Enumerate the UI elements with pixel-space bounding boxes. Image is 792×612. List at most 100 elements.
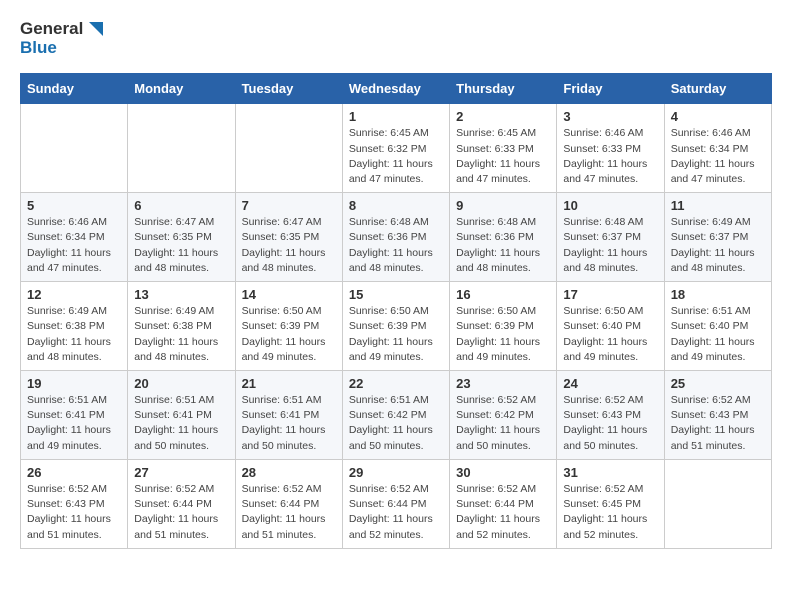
day-info: Sunrise: 6:50 AM Sunset: 6:39 PM Dayligh… — [349, 304, 443, 365]
calendar-cell: 24 Sunrise: 6:52 AM Sunset: 6:43 PM Dayli… — [557, 371, 664, 460]
calendar-week-row: 12 Sunrise: 6:49 AM Sunset: 6:38 PM Dayli… — [21, 282, 772, 371]
weekday-header-cell: Saturday — [664, 74, 771, 104]
day-number: 11 — [671, 198, 765, 213]
calendar-cell: 21 Sunrise: 6:51 AM Sunset: 6:41 PM Dayli… — [235, 371, 342, 460]
day-number: 19 — [27, 376, 121, 391]
day-number: 3 — [563, 109, 657, 124]
calendar-cell: 17 Sunrise: 6:50 AM Sunset: 6:40 PM Dayli… — [557, 282, 664, 371]
day-info: Sunrise: 6:52 AM Sunset: 6:43 PM Dayligh… — [563, 393, 657, 454]
header: General Blue — [20, 20, 772, 57]
day-number: 28 — [242, 465, 336, 480]
logo: General Blue — [20, 20, 103, 57]
day-info: Sunrise: 6:52 AM Sunset: 6:42 PM Dayligh… — [456, 393, 550, 454]
day-info: Sunrise: 6:50 AM Sunset: 6:40 PM Dayligh… — [563, 304, 657, 365]
day-number: 26 — [27, 465, 121, 480]
calendar-cell: 13Sunrise: 6:49 AM Sunset: 6:38 PM Dayli… — [128, 282, 235, 371]
day-info: Sunrise: 6:48 AM Sunset: 6:36 PM Dayligh… — [456, 215, 550, 276]
day-number: 12 — [27, 287, 121, 302]
weekday-header-cell: Sunday — [21, 74, 128, 104]
calendar-cell: 28 Sunrise: 6:52 AM Sunset: 6:44 PM Dayli… — [235, 459, 342, 548]
calendar-cell: 23 Sunrise: 6:52 AM Sunset: 6:42 PM Dayli… — [450, 371, 557, 460]
day-info: Sunrise: 6:51 AM Sunset: 6:41 PM Dayligh… — [134, 393, 228, 454]
calendar-cell: 8 Sunrise: 6:48 AM Sunset: 6:36 PM Daylig… — [342, 193, 449, 282]
logo-container: General Blue — [20, 20, 103, 57]
calendar-cell: 30 Sunrise: 6:52 AM Sunset: 6:44 PM Dayli… — [450, 459, 557, 548]
day-info: Sunrise: 6:50 AM Sunset: 6:39 PM Dayligh… — [242, 304, 336, 365]
calendar-cell: 22Sunrise: 6:51 AM Sunset: 6:42 PM Dayli… — [342, 371, 449, 460]
calendar-week-row: 19 Sunrise: 6:51 AM Sunset: 6:41 PM Dayli… — [21, 371, 772, 460]
day-number: 21 — [242, 376, 336, 391]
calendar-cell: 18 Sunrise: 6:51 AM Sunset: 6:40 PM Dayli… — [664, 282, 771, 371]
weekday-header-cell: Tuesday — [235, 74, 342, 104]
logo-triangle-icon — [85, 20, 103, 38]
day-info: Sunrise: 6:46 AM Sunset: 6:34 PM Dayligh… — [27, 215, 121, 276]
day-number: 14 — [242, 287, 336, 302]
calendar-cell: 26 Sunrise: 6:52 AM Sunset: 6:43 PM Dayli… — [21, 459, 128, 548]
day-number: 10 — [563, 198, 657, 213]
day-number: 30 — [456, 465, 550, 480]
day-info: Sunrise: 6:51 AM Sunset: 6:41 PM Dayligh… — [242, 393, 336, 454]
calendar-cell: 14 Sunrise: 6:50 AM Sunset: 6:39 PM Dayli… — [235, 282, 342, 371]
day-number: 29 — [349, 465, 443, 480]
day-info: Sunrise: 6:47 AM Sunset: 6:35 PM Dayligh… — [242, 215, 336, 276]
day-info: Sunrise: 6:52 AM Sunset: 6:43 PM Dayligh… — [671, 393, 765, 454]
day-number: 20 — [134, 376, 228, 391]
weekday-header-row: SundayMondayTuesdayWednesdayThursdayFrid… — [21, 74, 772, 104]
day-info: Sunrise: 6:52 AM Sunset: 6:44 PM Dayligh… — [456, 482, 550, 543]
day-info: Sunrise: 6:48 AM Sunset: 6:36 PM Dayligh… — [349, 215, 443, 276]
calendar-cell: 29Sunrise: 6:52 AM Sunset: 6:44 PM Dayli… — [342, 459, 449, 548]
calendar-cell: 3Sunrise: 6:46 AM Sunset: 6:33 PM Daylig… — [557, 104, 664, 193]
logo-blue-text: Blue — [20, 39, 103, 58]
day-number: 18 — [671, 287, 765, 302]
day-info: Sunrise: 6:49 AM Sunset: 6:38 PM Dayligh… — [27, 304, 121, 365]
calendar-cell: 16 Sunrise: 6:50 AM Sunset: 6:39 PM Dayli… — [450, 282, 557, 371]
day-info: Sunrise: 6:48 AM Sunset: 6:37 PM Dayligh… — [563, 215, 657, 276]
day-number: 15 — [349, 287, 443, 302]
weekday-header-cell: Friday — [557, 74, 664, 104]
calendar-cell: 4 Sunrise: 6:46 AM Sunset: 6:34 PM Daylig… — [664, 104, 771, 193]
calendar-cell: 10 Sunrise: 6:48 AM Sunset: 6:37 PM Dayli… — [557, 193, 664, 282]
day-info: Sunrise: 6:52 AM Sunset: 6:44 PM Dayligh… — [242, 482, 336, 543]
day-number: 9 — [456, 198, 550, 213]
calendar: SundayMondayTuesdayWednesdayThursdayFrid… — [20, 73, 772, 548]
day-number: 24 — [563, 376, 657, 391]
day-number: 8 — [349, 198, 443, 213]
day-info: Sunrise: 6:52 AM Sunset: 6:44 PM Dayligh… — [134, 482, 228, 543]
day-info: Sunrise: 6:46 AM Sunset: 6:34 PM Dayligh… — [671, 126, 765, 187]
day-number: 1 — [349, 109, 443, 124]
calendar-week-row: 1 Sunrise: 6:45 AM Sunset: 6:32 PM Daylig… — [21, 104, 772, 193]
calendar-cell: 6 Sunrise: 6:47 AM Sunset: 6:35 PM Daylig… — [128, 193, 235, 282]
calendar-cell: 19 Sunrise: 6:51 AM Sunset: 6:41 PM Dayli… — [21, 371, 128, 460]
day-info: Sunrise: 6:51 AM Sunset: 6:40 PM Dayligh… — [671, 304, 765, 365]
day-number: 31 — [563, 465, 657, 480]
day-info: Sunrise: 6:45 AM Sunset: 6:33 PM Dayligh… — [456, 126, 550, 187]
day-info: Sunrise: 6:49 AM Sunset: 6:37 PM Dayligh… — [671, 215, 765, 276]
calendar-cell: 31 Sunrise: 6:52 AM Sunset: 6:45 PM Dayli… — [557, 459, 664, 548]
calendar-cell: 2Sunrise: 6:45 AM Sunset: 6:33 PM Daylig… — [450, 104, 557, 193]
calendar-week-row: 26 Sunrise: 6:52 AM Sunset: 6:43 PM Dayli… — [21, 459, 772, 548]
day-info: Sunrise: 6:52 AM Sunset: 6:45 PM Dayligh… — [563, 482, 657, 543]
day-info: Sunrise: 6:52 AM Sunset: 6:43 PM Dayligh… — [27, 482, 121, 543]
day-number: 17 — [563, 287, 657, 302]
day-number: 5 — [27, 198, 121, 213]
day-number: 23 — [456, 376, 550, 391]
day-number: 13 — [134, 287, 228, 302]
calendar-body: 1 Sunrise: 6:45 AM Sunset: 6:32 PM Daylig… — [21, 104, 772, 548]
day-number: 16 — [456, 287, 550, 302]
day-number: 4 — [671, 109, 765, 124]
calendar-cell — [21, 104, 128, 193]
day-number: 7 — [242, 198, 336, 213]
day-info: Sunrise: 6:51 AM Sunset: 6:41 PM Dayligh… — [27, 393, 121, 454]
day-number: 22 — [349, 376, 443, 391]
calendar-cell: 27Sunrise: 6:52 AM Sunset: 6:44 PM Dayli… — [128, 459, 235, 548]
day-number: 25 — [671, 376, 765, 391]
day-info: Sunrise: 6:50 AM Sunset: 6:39 PM Dayligh… — [456, 304, 550, 365]
calendar-cell — [664, 459, 771, 548]
day-info: Sunrise: 6:45 AM Sunset: 6:32 PM Dayligh… — [349, 126, 443, 187]
calendar-cell — [235, 104, 342, 193]
day-number: 6 — [134, 198, 228, 213]
calendar-week-row: 5 Sunrise: 6:46 AM Sunset: 6:34 PM Daylig… — [21, 193, 772, 282]
calendar-cell: 7 Sunrise: 6:47 AM Sunset: 6:35 PM Daylig… — [235, 193, 342, 282]
weekday-header-cell: Monday — [128, 74, 235, 104]
day-info: Sunrise: 6:47 AM Sunset: 6:35 PM Dayligh… — [134, 215, 228, 276]
